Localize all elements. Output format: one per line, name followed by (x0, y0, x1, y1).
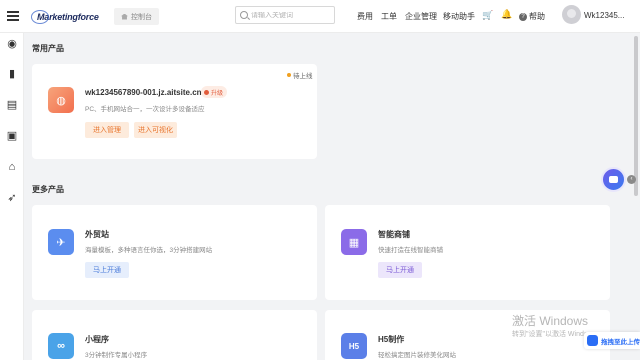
nav-enterprise[interactable]: 企业管理 (405, 11, 437, 22)
chevron-left-icon[interactable]: ‹ (627, 175, 636, 184)
shop-icon: ▦ (341, 229, 367, 255)
open-now-button[interactable]: 马上开通 (378, 262, 422, 278)
nav-fees[interactable]: 费用 (357, 11, 373, 22)
product-desc: 海量模板，多种语言任你选，3分钟搭建网站 (85, 247, 213, 254)
product-card-miniprogram (32, 310, 317, 360)
chart-icon[interactable]: ▣ (6, 130, 18, 142)
airplane-icon: ✈ (48, 229, 74, 255)
top-bar: Marketingforce 控制台 费用 工单 企业管理 移动助手 🛒 🔔 ?… (0, 0, 640, 33)
book-icon[interactable]: ▮ (6, 68, 18, 80)
help-label: 帮助 (529, 12, 545, 21)
help-link[interactable]: ? 帮助 (519, 11, 545, 22)
status-label: 待上线 (293, 73, 313, 80)
rocket-icon[interactable]: ➶ (6, 192, 18, 204)
status-dot-icon (287, 73, 291, 77)
avatar[interactable] (562, 5, 581, 24)
miniprogram-icon: ∞ (48, 333, 74, 359)
nav-tickets[interactable]: 工单 (381, 11, 397, 22)
home-icon[interactable]: ⌂ (6, 161, 18, 173)
cart-icon[interactable]: 🛒 (482, 10, 493, 21)
console-button[interactable]: 控制台 (114, 8, 159, 25)
upload-icon (587, 335, 598, 346)
product-name: 外贸站 (85, 230, 109, 239)
product-desc: 3分钟制作专属小程序 (85, 352, 148, 359)
assistant-icon[interactable] (601, 167, 626, 192)
site-desc: PC、手机网站合一，一次设计多设备适应 (85, 106, 205, 113)
product-desc: 快速打造在线智能商铺 (378, 247, 443, 254)
document-icon[interactable]: ▤ (6, 99, 18, 111)
product-name: 智能商铺 (378, 230, 410, 239)
enter-management-button[interactable]: 进入管理 (85, 122, 129, 138)
username[interactable]: Wk12345... (584, 11, 624, 20)
home-icon (121, 13, 128, 20)
logo[interactable]: Marketingforce (31, 7, 99, 27)
section-title-common: 常用产品 (32, 44, 64, 53)
website-icon: ◍ (48, 87, 74, 113)
menu-icon[interactable] (7, 11, 19, 21)
product-name: 小程序 (85, 335, 109, 344)
product-name: H5制作 (378, 335, 405, 344)
search-input[interactable] (251, 11, 331, 19)
search-box[interactable] (235, 6, 335, 24)
console-label: 控制台 (131, 13, 152, 21)
bell-icon[interactable]: 🔔 (501, 9, 512, 20)
upload-badge[interactable]: 拖拽至此上传 (584, 332, 640, 349)
upgrade-label: 升级 (211, 90, 224, 97)
status-badge: 待上线 (287, 70, 313, 80)
scrollbar-thumb[interactable] (634, 36, 638, 196)
logo-mark-icon (31, 10, 49, 24)
upgrade-icon (204, 89, 209, 95)
section-title-more: 更多产品 (32, 185, 64, 194)
upgrade-badge[interactable]: 升级 (201, 86, 228, 98)
product-desc: 轻松搞定图片装修美化网站 (378, 352, 456, 359)
enter-visual-button[interactable]: 进入可视化 (134, 122, 177, 138)
windows-watermark-title: 激活 Windows (512, 314, 589, 328)
sidebar: ◉ ▮ ▤ ▣ ⌂ ➶ (0, 33, 24, 360)
help-icon: ? (519, 12, 527, 21)
product-card-shop (325, 205, 610, 300)
h5-icon: H5 (341, 333, 367, 359)
open-now-button[interactable]: 马上开通 (85, 262, 129, 278)
nav-mobile-assistant[interactable]: 移动助手 (443, 11, 475, 22)
globe-icon[interactable]: ◉ (6, 38, 18, 50)
upload-label: 拖拽至此上传 (601, 338, 640, 346)
search-icon (240, 11, 248, 19)
site-domain[interactable]: wk1234567890-001.jz.aitsite.cn (85, 88, 202, 97)
